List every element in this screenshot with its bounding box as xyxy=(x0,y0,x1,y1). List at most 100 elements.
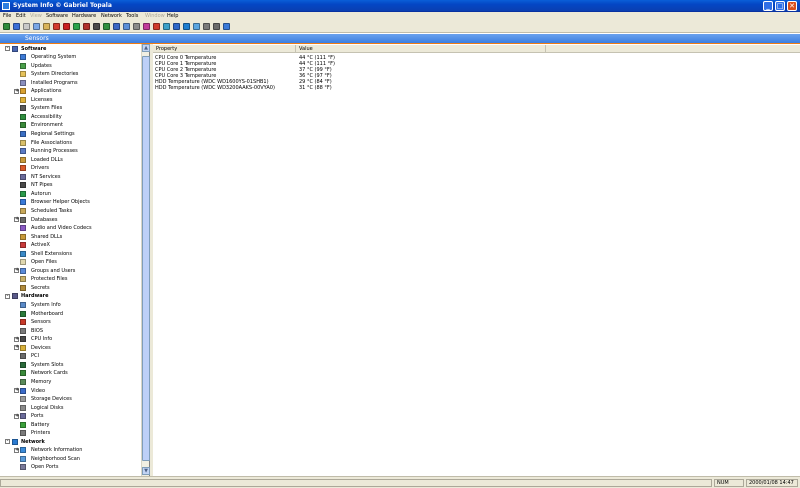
tree-item-battery[interactable]: Battery xyxy=(0,421,140,430)
display-icon[interactable] xyxy=(113,23,120,30)
tree-item-updates[interactable]: Updates xyxy=(0,62,140,71)
tree-item-devices[interactable]: + Devices xyxy=(0,344,140,353)
tree-item-logical-disks[interactable]: Logical Disks xyxy=(0,404,140,413)
scroll-up-arrow[interactable]: ▲ xyxy=(142,44,150,52)
tree-item-drivers[interactable]: Drivers xyxy=(0,165,140,174)
expand-icon[interactable]: + xyxy=(14,388,19,393)
tree-item-loaded-dlls[interactable]: Loaded DLLs xyxy=(0,156,140,165)
collapse-icon[interactable]: - xyxy=(5,46,10,51)
expand-icon[interactable]: + xyxy=(14,336,19,342)
copy-icon[interactable] xyxy=(33,23,40,30)
tree-item-storage-devices[interactable]: Storage Devices xyxy=(0,396,140,405)
column-header-property[interactable]: Property xyxy=(153,45,296,53)
cut-icon[interactable] xyxy=(23,23,30,30)
tree-item-nt-pipes[interactable]: NT Pipes xyxy=(0,182,140,191)
tree-item-software[interactable]: - Software xyxy=(0,45,140,54)
collapse-icon[interactable]: - xyxy=(5,293,10,299)
tree-item-system-files[interactable]: System Files xyxy=(0,105,140,114)
paste-icon[interactable] xyxy=(43,23,50,30)
tree-item-open-ports[interactable]: Open Ports xyxy=(0,464,140,473)
tree-scrollbar[interactable]: ▲ ▼ xyxy=(141,44,150,476)
tree-item-operating-system[interactable]: Operating System xyxy=(0,54,140,63)
expand-icon[interactable]: + xyxy=(14,413,19,419)
tree-item-motherboard[interactable]: Motherboard xyxy=(0,310,140,319)
menu-tools[interactable]: Tools xyxy=(126,13,138,19)
process-icon[interactable] xyxy=(143,23,150,30)
expand-icon[interactable]: + xyxy=(14,345,19,351)
app-icon[interactable] xyxy=(2,2,10,10)
tree-item-activex[interactable]: ActiveX xyxy=(0,242,140,251)
tree-item-databases[interactable]: + Databases xyxy=(0,216,140,225)
disk-icon[interactable] xyxy=(133,23,140,30)
delete-icon[interactable] xyxy=(53,23,60,30)
tree-item-network-cards[interactable]: Network Cards xyxy=(0,370,140,379)
menu-file[interactable]: File xyxy=(3,13,11,19)
table-row[interactable]: HDD Temperature (WDC WD3200AAKS-00VYA0) 3… xyxy=(153,85,800,91)
tree-item-shell-extensions[interactable]: Shell Extensions xyxy=(0,250,140,259)
navigation-tree[interactable]: - Software Operating System Updates System D… xyxy=(0,44,150,476)
tree-item-applications[interactable]: + Applications xyxy=(0,88,140,97)
tree-item-environment[interactable]: Environment xyxy=(0,122,140,131)
help-icon[interactable] xyxy=(223,23,230,30)
tree-item-neighborhood-scan[interactable]: Neighborhood Scan xyxy=(0,455,140,464)
tree-item-network-information[interactable]: + Network Information xyxy=(0,447,140,456)
gauge-icon[interactable] xyxy=(163,23,170,30)
network-icon[interactable] xyxy=(123,23,130,30)
tree-item-running-processes[interactable]: Running Processes xyxy=(0,148,140,157)
save-icon[interactable] xyxy=(13,23,20,30)
tree-item-system-directories[interactable]: System Directories xyxy=(0,71,140,80)
menu-window[interactable]: Window xyxy=(145,13,165,19)
tree-item-nt-services[interactable]: NT Services xyxy=(0,173,140,182)
tree-item-regional-settings[interactable]: Regional Settings xyxy=(0,131,140,140)
title-bar[interactable]: System Info © Gabriel Topala _ □ ✕ xyxy=(0,0,800,12)
menu-hardware[interactable]: Hardware xyxy=(72,13,96,19)
tree-item-pci[interactable]: PCI xyxy=(0,353,140,362)
tree-item-memory[interactable]: Memory xyxy=(0,378,140,387)
tree-item-audio-and-video-codecs[interactable]: Audio and Video Codecs xyxy=(0,225,140,234)
tree-item-bios[interactable]: BIOS xyxy=(0,327,140,336)
tree-item-browser-helper-objects[interactable]: Browser Helper Objects xyxy=(0,199,140,208)
column-header-value[interactable]: Value xyxy=(296,45,546,53)
close-button[interactable]: ✕ xyxy=(787,1,797,11)
tree-item-autorun[interactable]: Autorun xyxy=(0,190,140,199)
tree-item-shared-dlls[interactable]: Shared DLLs xyxy=(0,233,140,242)
tree-item-ports[interactable]: + Ports xyxy=(0,413,140,422)
expand-icon[interactable]: + xyxy=(14,217,19,222)
menu-edit[interactable]: Edit xyxy=(16,13,26,19)
scroll-thumb[interactable] xyxy=(142,56,150,461)
menu-view[interactable]: View xyxy=(30,13,42,19)
tree-item-installed-programs[interactable]: Installed Programs xyxy=(0,79,140,88)
menu-help[interactable]: Help xyxy=(167,13,178,19)
tree-item-hardware[interactable]: - Hardware xyxy=(0,293,140,302)
collapse-icon[interactable]: - xyxy=(5,439,10,445)
expand-icon[interactable]: + xyxy=(14,268,19,274)
tree-item-printers[interactable]: Printers xyxy=(0,430,140,439)
chip-icon[interactable] xyxy=(93,23,100,30)
exit-icon[interactable] xyxy=(3,23,10,30)
tree-item-scheduled-tasks[interactable]: Scheduled Tasks xyxy=(0,207,140,216)
info-icon[interactable] xyxy=(173,23,180,30)
memory-icon[interactable] xyxy=(103,23,110,30)
maximize-button[interactable]: □ xyxy=(775,1,785,11)
menu-software[interactable]: Software xyxy=(46,13,68,19)
tree-item-system-slots[interactable]: System Slots xyxy=(0,361,140,370)
settings-icon[interactable] xyxy=(203,23,210,30)
stop-icon[interactable] xyxy=(63,23,70,30)
tree-item-groups-and-users[interactable]: + Groups and Users xyxy=(0,267,140,276)
tree-item-file-associations[interactable]: File Associations xyxy=(0,139,140,148)
sensor-icon[interactable] xyxy=(153,23,160,30)
tree-item-accessibility[interactable]: Accessibility xyxy=(0,113,140,122)
tree-item-network[interactable]: - Network xyxy=(0,438,140,447)
expand-icon[interactable]: + xyxy=(14,447,19,453)
refresh-icon[interactable] xyxy=(73,23,80,30)
printer-icon[interactable] xyxy=(213,23,220,30)
tree-item-cpu-info[interactable]: + CPU Info xyxy=(0,336,140,345)
expand-icon[interactable]: + xyxy=(14,88,19,94)
minimize-button[interactable]: _ xyxy=(763,1,773,11)
tree-item-secrets[interactable]: Secrets xyxy=(0,284,140,293)
property-list[interactable]: Property Value CPU Core 0 Temperature 44 … xyxy=(153,44,800,476)
globe-icon[interactable] xyxy=(183,23,190,30)
tree-item-sensors[interactable]: Sensors xyxy=(0,319,140,328)
scroll-down-arrow[interactable]: ▼ xyxy=(142,467,150,475)
menu-network[interactable]: Network xyxy=(101,13,122,19)
